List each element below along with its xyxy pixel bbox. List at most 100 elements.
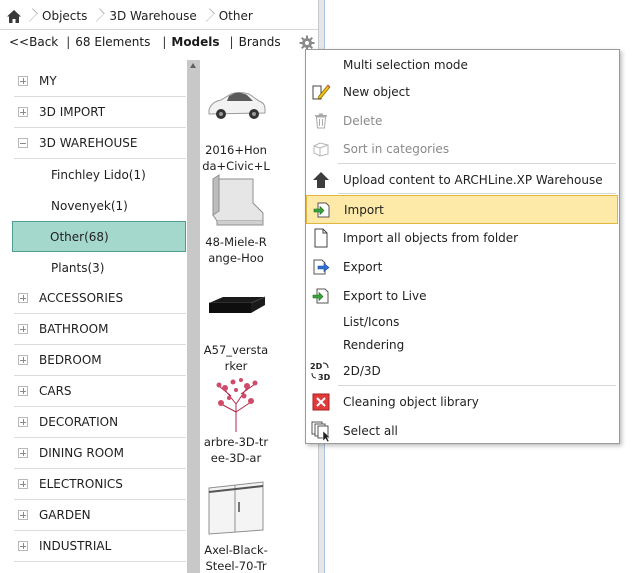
menu-item-label: Select all bbox=[343, 423, 398, 438]
tree-item[interactable]: ELECTRONICS bbox=[14, 469, 186, 500]
expand-plus-icon[interactable] bbox=[18, 510, 28, 520]
toolbar-separator: | bbox=[66, 35, 71, 49]
models-tab[interactable]: Models bbox=[171, 35, 219, 49]
scroll-up-arrow-icon[interactable] bbox=[190, 63, 196, 68]
breadcrumb-objects[interactable]: Objects bbox=[34, 3, 93, 29]
thumbnail-item[interactable]: 2016+Honda+Civic+L bbox=[200, 74, 272, 174]
expand-plus-icon[interactable] bbox=[18, 448, 28, 458]
tree-item[interactable]: 3D WAREHOUSE bbox=[14, 128, 186, 159]
thumbnail-label: arbre-3D-tree-3D-ar bbox=[203, 435, 269, 465]
library-toolbar: <<Back | 68 Elements | Models | Brands bbox=[0, 31, 318, 53]
menu-item-upload[interactable]: Upload content to ARCHLine.XP Warehouse bbox=[306, 165, 619, 194]
tree-item[interactable]: INDUSTRIAL bbox=[14, 531, 186, 562]
tree-item[interactable]: GARDEN bbox=[14, 500, 186, 531]
menu-item-label: Import bbox=[344, 202, 384, 217]
tree-item[interactable]: DECORATION bbox=[14, 407, 186, 438]
tree-item[interactable]: BATHROOM bbox=[14, 314, 186, 345]
tree-item[interactable]: Finchley Lido(1) bbox=[14, 159, 186, 190]
menu-separator bbox=[338, 163, 616, 164]
select-all-icon bbox=[310, 420, 332, 442]
expand-plus-icon[interactable] bbox=[18, 541, 28, 551]
menu-item-export[interactable]: Export bbox=[306, 252, 619, 281]
tree-scrollbar[interactable] bbox=[187, 60, 200, 573]
tree-item-label: Other(68) bbox=[50, 229, 109, 244]
tree-item[interactable]: 3D IMPORT bbox=[14, 97, 186, 128]
menu-item-label: Multi selection mode bbox=[343, 57, 468, 72]
menu-item-delete[interactable]: Delete bbox=[306, 106, 619, 135]
expand-plus-icon[interactable] bbox=[18, 479, 28, 489]
collapse-minus-icon[interactable] bbox=[18, 138, 28, 148]
tree-item[interactable]: ACCESSORIES bbox=[14, 283, 186, 314]
breadcrumb-separator bbox=[93, 3, 101, 29]
trash-icon bbox=[310, 110, 332, 132]
home-button[interactable] bbox=[2, 3, 26, 29]
tree-item[interactable]: MY bbox=[14, 66, 186, 97]
thumbnail-item[interactable]: 48-Miele-Range-Hoo bbox=[200, 172, 272, 266]
breadcrumb-3d-warehouse[interactable]: 3D Warehouse bbox=[101, 3, 202, 29]
expand-plus-icon[interactable] bbox=[18, 324, 28, 334]
menu-item-rendering[interactable]: Rendering bbox=[306, 330, 619, 359]
tree-item-label: DINING ROOM bbox=[39, 446, 124, 460]
tree-item[interactable]: Plants(3) bbox=[14, 252, 186, 283]
home-icon bbox=[7, 9, 21, 23]
menu-item-multi-selection[interactable]: Multi selection mode bbox=[306, 50, 619, 79]
export-live-icon bbox=[310, 285, 332, 307]
tree-item[interactable]: Other(68) bbox=[12, 221, 186, 252]
expand-plus-icon[interactable] bbox=[18, 386, 28, 396]
expand-plus-icon[interactable] bbox=[18, 293, 28, 303]
tree-item-label: ELECTRONICS bbox=[39, 477, 123, 491]
tree-item[interactable]: BEDROOM bbox=[14, 345, 186, 376]
menu-item-label: Sort in categories bbox=[343, 141, 450, 156]
menu-item-sort-categories[interactable]: Sort in categories bbox=[306, 134, 619, 163]
menu-item-label: Upload content to ARCHLine.XP Warehouse bbox=[343, 172, 603, 187]
thumbnail-item[interactable]: arbre-3D-tree-3D-ar bbox=[200, 374, 272, 466]
tree-item[interactable]: Novenyek(1) bbox=[14, 190, 186, 221]
tree-item-label: BEDROOM bbox=[39, 353, 102, 367]
expand-plus-icon[interactable] bbox=[18, 107, 28, 117]
expand-plus-icon[interactable] bbox=[18, 417, 28, 427]
tree-item-label: 3D WAREHOUSE bbox=[39, 136, 138, 150]
tree-item-label: Plants(3) bbox=[51, 260, 105, 275]
menu-item-2d-3d[interactable]: 2D 3D 2D/3D bbox=[306, 356, 619, 385]
document-icon bbox=[310, 227, 332, 249]
export-icon bbox=[310, 256, 332, 278]
tree-item-label: MY bbox=[39, 74, 57, 88]
breadcrumb-separator bbox=[203, 3, 211, 29]
tree-item[interactable]: CARS bbox=[14, 376, 186, 407]
amplifier-thumbnail-icon bbox=[204, 278, 268, 338]
tree-item-label: Novenyek(1) bbox=[51, 198, 128, 213]
icon-3d-text: 3D bbox=[318, 373, 331, 382]
menu-item-export-live[interactable]: Export to Live bbox=[306, 281, 619, 310]
menu-item-import-folder[interactable]: Import all objects from folder bbox=[306, 223, 619, 252]
expand-plus-icon[interactable] bbox=[18, 355, 28, 365]
object-library-panel: Objects 3D Warehouse Other <<Back | 68 E… bbox=[0, 0, 318, 573]
import-icon bbox=[311, 199, 333, 221]
menu-item-select-all[interactable]: Select all bbox=[306, 416, 619, 445]
car-thumbnail-icon bbox=[204, 74, 268, 134]
breadcrumb: Objects 3D Warehouse Other bbox=[0, 2, 318, 30]
menu-item-cleaning[interactable]: Cleaning object library bbox=[306, 387, 619, 416]
menu-item-new-object[interactable]: New object bbox=[306, 77, 619, 106]
brands-tab[interactable]: Brands bbox=[239, 35, 281, 49]
thumbnail-item[interactable]: Axel-Black-Steel-70-Tr bbox=[200, 478, 272, 573]
menu-item-label: 2D/3D bbox=[343, 363, 381, 378]
range-hood-thumbnail-icon bbox=[204, 172, 268, 232]
menu-item-import[interactable]: Import bbox=[306, 195, 618, 224]
elements-count: 68 Elements bbox=[75, 35, 151, 49]
sliding-door-thumbnail-icon bbox=[204, 478, 268, 538]
sort-categories-icon bbox=[310, 138, 332, 160]
context-menu: Multi selection mode New object Delete S… bbox=[305, 49, 620, 444]
breadcrumb-separator bbox=[26, 3, 34, 29]
menu-item-label: New object bbox=[343, 84, 410, 99]
category-tree: MY 3D IMPORT 3D WAREHOUSE Finchley Lido(1) N… bbox=[0, 66, 186, 562]
breadcrumb-divider bbox=[0, 29, 318, 30]
expand-plus-icon[interactable] bbox=[18, 76, 28, 86]
back-link[interactable]: <<Back bbox=[9, 35, 58, 49]
thumbnail-label: 2016+Honda+Civic+L bbox=[202, 143, 270, 173]
2d-3d-icon: 2D 3D bbox=[310, 360, 332, 382]
breadcrumb-other[interactable]: Other bbox=[211, 3, 259, 29]
menu-item-label: Delete bbox=[343, 113, 383, 128]
tree-item[interactable]: DINING ROOM bbox=[14, 438, 186, 469]
thumbnail-item[interactable]: A57_verstarker bbox=[200, 278, 272, 374]
icon-2d-text: 2D bbox=[310, 362, 323, 371]
